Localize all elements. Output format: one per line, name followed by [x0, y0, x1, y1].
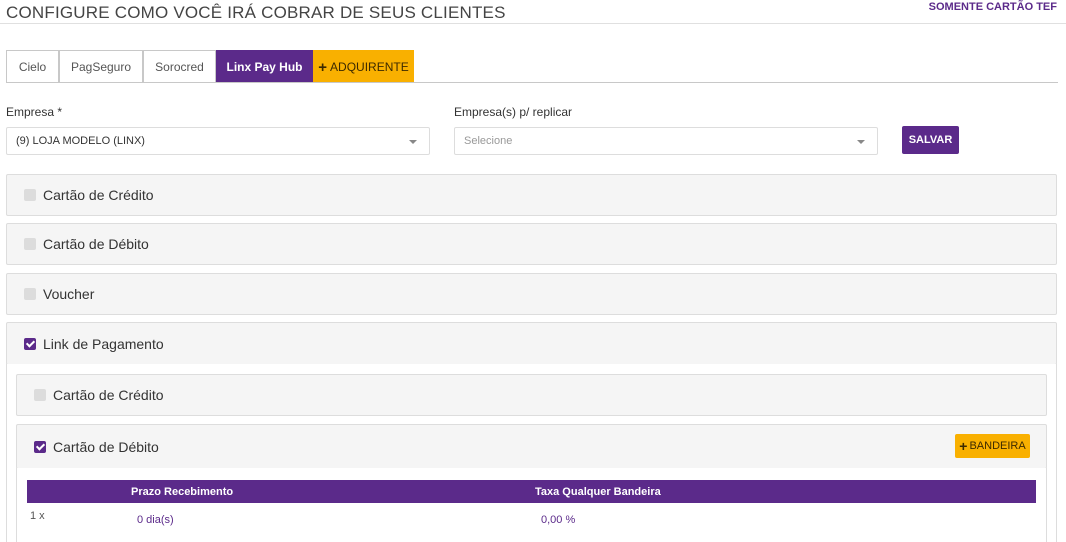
- checkbox-link-pagamento[interactable]: [24, 337, 36, 350]
- rates-table-header: Prazo Recebimento Taxa Qualquer Bandeira: [27, 480, 1036, 503]
- panel-cartao-credito[interactable]: Cartão de Crédito: [6, 174, 1057, 216]
- empresas-replicar-select[interactable]: Selecione: [454, 127, 878, 155]
- checkbox-sub-cartao-debito[interactable]: [34, 440, 46, 453]
- checkbox-cartao-debito[interactable]: [24, 238, 36, 250]
- tab-sorocred[interactable]: Sorocred: [143, 50, 216, 83]
- save-button[interactable]: SALVAR: [902, 126, 959, 154]
- panel-link-pagamento[interactable]: Link de Pagamento: [6, 322, 1057, 365]
- panel-label: Cartão de Débito: [43, 236, 149, 252]
- panel-label: Cartão de Crédito: [43, 187, 154, 203]
- empresa-select-value: (9) LOJA MODELO (LINX): [16, 135, 145, 147]
- add-adquirente-button[interactable]: + ADQUIRENTE: [313, 50, 414, 83]
- tabs-divider: [6, 82, 1058, 83]
- page-header: CONFIGURE COMO VOCÊ IRÁ COBRAR DE SEUS C…: [0, 0, 1066, 24]
- panel-cartao-debito[interactable]: Cartão de Débito: [6, 223, 1057, 265]
- page-title: CONFIGURE COMO VOCÊ IRÁ COBRAR DE SEUS C…: [6, 3, 506, 22]
- tab-pagseguro[interactable]: PagSeguro: [59, 50, 143, 83]
- checkbox-voucher[interactable]: [24, 288, 36, 300]
- taxa-cell[interactable]: 0,00 %: [541, 514, 575, 526]
- empresas-replicar-label: Empresa(s) p/ replicar: [454, 105, 573, 119]
- chevron-down-icon: [409, 140, 417, 144]
- chevron-down-icon: [857, 140, 865, 144]
- tab-linx-pay-hub[interactable]: Linx Pay Hub: [216, 50, 313, 83]
- subpanel-label: Cartão de Crédito: [53, 387, 164, 403]
- checkbox-cartao-credito[interactable]: [24, 189, 36, 201]
- empresas-replicar-placeholder: Selecione: [464, 135, 513, 147]
- column-header-prazo: Prazo Recebimento: [131, 486, 234, 498]
- installments-cell: 1 x: [30, 510, 45, 522]
- subpanel-label: Cartão de Débito: [53, 438, 159, 455]
- panel-label: Link de Pagamento: [43, 335, 164, 352]
- empresa-label: Empresa *: [6, 105, 63, 119]
- add-bandeira-label: BANDEIRA: [969, 440, 1026, 452]
- tab-cielo[interactable]: Cielo: [6, 50, 59, 83]
- checkbox-sub-cartao-credito[interactable]: [34, 389, 46, 401]
- acquirer-tabs: Cielo PagSeguro Sorocred Linx Pay Hub + …: [6, 50, 414, 83]
- plus-icon: +: [318, 58, 328, 76]
- somente-cartao-tef-link[interactable]: SOMENTE CARTÃO TEF: [929, 1, 1057, 13]
- add-adquirente-label: ADQUIRENTE: [330, 60, 409, 74]
- subpanel-cartao-debito[interactable]: Cartão de Débito: [16, 424, 1047, 469]
- panel-voucher[interactable]: Voucher: [6, 273, 1057, 315]
- column-header-taxa: Taxa Qualquer Bandeira: [535, 486, 661, 498]
- prazo-cell[interactable]: 0 dia(s): [137, 514, 174, 526]
- panel-label: Voucher: [43, 286, 95, 302]
- add-bandeira-button[interactable]: + BANDEIRA: [955, 434, 1030, 458]
- subpanel-cartao-credito[interactable]: Cartão de Crédito: [16, 374, 1047, 416]
- empresa-select[interactable]: (9) LOJA MODELO (LINX): [6, 127, 430, 155]
- plus-icon: +: [959, 438, 968, 454]
